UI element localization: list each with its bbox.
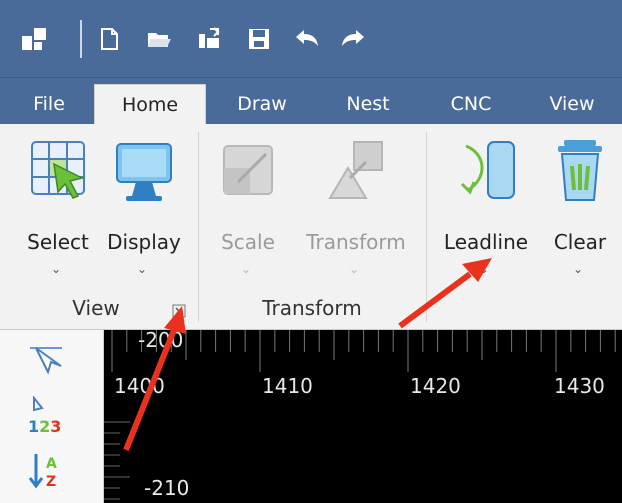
redo-button[interactable] [338, 24, 368, 54]
redo-icon [342, 30, 364, 46]
select-button[interactable]: Select ⌄ [18, 138, 98, 276]
ruler-tick-label: 1420 [410, 374, 461, 398]
ribbon-home: Select ⌄ Display ⌄ Scale ⌄ Transform ⌄ L… [0, 124, 622, 330]
new-file-icon [101, 28, 118, 50]
leadline-icon [460, 141, 515, 199]
chevron-down-icon[interactable]: ⌄ [137, 262, 147, 276]
quick-access-toolbar [0, 0, 622, 78]
group-label-transform: Transform [262, 296, 362, 320]
scale-icon [223, 145, 273, 195]
ruler-tick-label: 1400 [114, 374, 165, 398]
display-button[interactable]: Display ⌄ [104, 138, 184, 276]
toolbar-separator [80, 20, 82, 58]
display-label: Display [107, 230, 181, 254]
clear-label: Clear [553, 230, 607, 254]
select-label: Select [27, 230, 89, 254]
new-file-button[interactable] [94, 24, 124, 54]
pointer-select-icon[interactable] [26, 338, 66, 378]
tab-cnc[interactable]: CNC [436, 84, 506, 124]
scale-label: Scale [221, 230, 275, 254]
clear-button[interactable]: Clear ⌄ [540, 138, 620, 276]
transform-button[interactable]: Transform ⌄ [306, 138, 406, 276]
numbering-icon[interactable]: 123 [26, 396, 66, 436]
leadline-button[interactable]: Leadline ⌄ [444, 138, 528, 276]
app-logo-icon[interactable] [22, 26, 48, 52]
import-icon [199, 27, 220, 48]
chevron-down-icon: ⌄ [349, 262, 360, 276]
group-label-view: View [72, 296, 120, 320]
chevron-down-icon[interactable]: ⌄ [573, 262, 583, 276]
ruler-tick-label: 1430 [554, 374, 605, 398]
chevron-down-icon[interactable]: ⌄ [51, 262, 61, 276]
tab-draw[interactable]: Draw [222, 84, 302, 124]
monitor-icon [116, 143, 172, 201]
leadline-label: Leadline [443, 230, 529, 254]
ruler-tick-label: 1410 [262, 374, 313, 398]
ribbon-tabs: File Home Draw Nest CNC View [0, 78, 622, 125]
open-folder-icon [148, 33, 171, 47]
undo-button[interactable] [292, 24, 322, 54]
trash-bin-icon [558, 140, 602, 201]
svg-text:A: A [46, 456, 57, 472]
drawing-canvas[interactable]: -200 1400 1410 1420 1430 -210 [104, 330, 622, 503]
scale-button[interactable]: Scale ⌄ [208, 138, 288, 276]
transform-label: Transform [306, 230, 406, 254]
sort-az-icon[interactable]: A Z [26, 450, 66, 490]
select-grid-icon [31, 141, 85, 199]
tab-view[interactable]: View [536, 84, 608, 124]
svg-text:Z: Z [46, 474, 56, 490]
tab-nest[interactable]: Nest [330, 84, 406, 124]
save-button[interactable] [244, 24, 274, 54]
group-separator [426, 132, 427, 322]
svg-text:123: 123 [28, 417, 61, 436]
transform-icon [328, 141, 383, 199]
chevron-down-icon: ⌄ [241, 262, 252, 276]
tab-file[interactable]: File [22, 84, 76, 124]
tab-home[interactable]: Home [94, 84, 206, 125]
ruler-bottom-label: -210 [144, 476, 190, 500]
undo-icon [296, 30, 318, 46]
group-separator [198, 132, 199, 322]
open-folder-button[interactable] [144, 24, 174, 54]
import-button[interactable] [194, 24, 224, 54]
dialog-launcher-icon[interactable] [172, 304, 186, 318]
chevron-down-icon[interactable]: ⌄ [479, 262, 489, 276]
save-icon [249, 29, 269, 49]
left-toolbar: 123 A Z [0, 330, 104, 503]
ruler-top-label: -200 [138, 330, 184, 352]
